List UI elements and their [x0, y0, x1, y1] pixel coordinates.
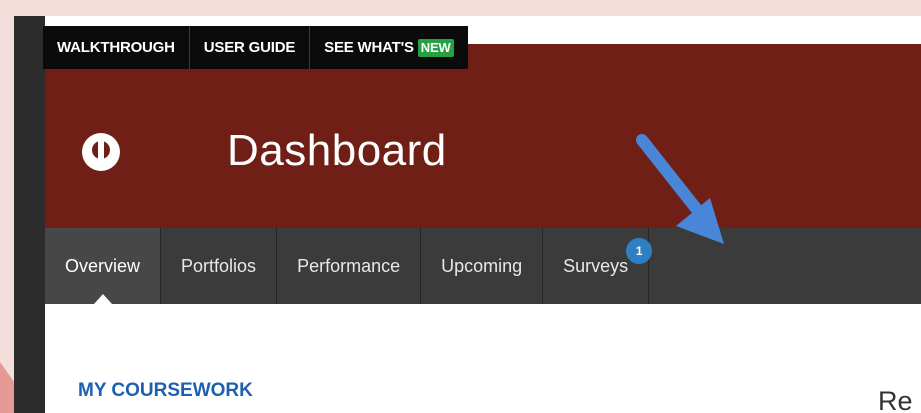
tab-surveys-label: Surveys [563, 256, 629, 276]
tab-upcoming-label: Upcoming [441, 256, 523, 276]
dashboard-header [45, 44, 921, 242]
pointer-arrow-icon [636, 134, 724, 244]
new-badge: NEW [417, 38, 454, 57]
app-screenshot: WALKTHROUGH USER GUIDE SEE WHAT'S NEW Da… [14, 16, 921, 413]
page-title: Dashboard [227, 126, 447, 175]
see-whats-label: SEE WHAT'S [324, 39, 414, 56]
user-guide-button[interactable]: USER GUIDE [190, 26, 311, 69]
tab-overview-label: Overview [65, 256, 141, 276]
tab-performance-label: Performance [297, 256, 401, 276]
keyhole-logo-icon[interactable] [82, 133, 120, 171]
walkthrough-label: WALKTHROUGH [57, 39, 175, 56]
walkthrough-button[interactable]: WALKTHROUGH [43, 26, 190, 69]
tab-upcoming[interactable]: Upcoming [421, 228, 544, 304]
user-guide-label: USER GUIDE [203, 39, 296, 56]
my-coursework-heading: MY COURSEWORK [78, 380, 253, 401]
tab-performance[interactable]: Performance [277, 228, 422, 304]
partial-heading: Re [878, 386, 913, 413]
left-rail [14, 16, 45, 413]
dashboard-tabs: Overview Portfolios Performance Upcoming… [45, 228, 921, 304]
tab-portfolios-label: Portfolios [181, 256, 257, 276]
see-whats-new-button[interactable]: SEE WHAT'S NEW [310, 26, 467, 69]
tab-portfolios[interactable]: Portfolios [161, 228, 278, 304]
help-toolbar: WALKTHROUGH USER GUIDE SEE WHAT'S NEW [43, 26, 468, 69]
tab-overview[interactable]: Overview [45, 228, 162, 304]
